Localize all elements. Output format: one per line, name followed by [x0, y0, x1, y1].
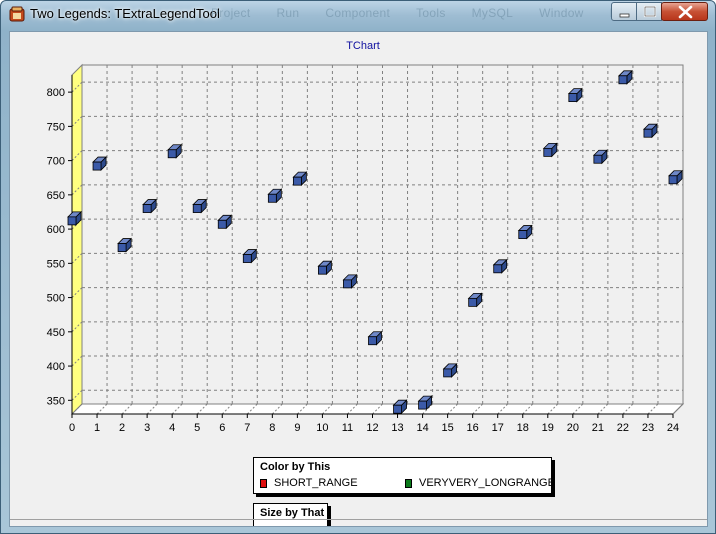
x-tick-label: 22 — [617, 422, 629, 434]
chart-canvas[interactable]: TChart3504004505005506006507007508000 1 2 3… — [10, 32, 708, 527]
y-tick-label: 800 — [47, 87, 65, 99]
x-tick-label: 11 — [342, 422, 353, 434]
chart-panel: TChart 350 400 450 500 550 600 650 700 750 800 0 1 2 3… — [9, 31, 708, 527]
minimize-icon — [619, 13, 630, 18]
y-tick-label: 450 — [47, 327, 65, 339]
close-icon — [678, 5, 693, 19]
background-menu-item: Window — [539, 6, 584, 20]
x-tick-label: 10 — [316, 422, 328, 434]
x-tick-label: 15 — [442, 422, 454, 434]
x-tick-label: 18 — [517, 422, 529, 434]
x-tick-label: 5 — [194, 422, 200, 434]
size-legend[interactable]: Size by That — [253, 503, 328, 526]
background-menu-item: MySQL — [471, 6, 514, 20]
x-tick-label: 1 — [94, 422, 100, 434]
background-menu-item: Run — [276, 6, 300, 20]
y-tick-label: 550 — [47, 258, 65, 270]
app-icon — [9, 6, 25, 22]
background-menu-bar: ProjectRunComponentToolsMySQLWindowHelp — [211, 6, 662, 20]
color-legend[interactable]: Color by This SHORT_RANGE VERYVERY_LONGR… — [253, 457, 555, 494]
x-tick-label: 20 — [567, 422, 579, 434]
app-window: Two Legends: TExtraLegendTool Project Run… — [0, 0, 716, 534]
background-menu-item: Component — [325, 6, 391, 20]
minimize-button[interactable] — [611, 2, 637, 21]
x-tick-label: 19 — [542, 422, 554, 434]
legend-swatch-short-range — [260, 479, 267, 488]
window-title: Two Legends: TExtraLegendTool — [30, 6, 220, 21]
size-legend-title: Size by That — [260, 507, 325, 519]
x-tick-label: 24 — [667, 422, 679, 434]
legend-swatch-long-range — [405, 479, 412, 488]
legend-label-short-range: SHORT_RANGE — [274, 477, 358, 489]
x-tick-label: 14 — [416, 422, 428, 434]
background-menu-item: Tools — [416, 6, 446, 20]
x-tick-label: 17 — [492, 422, 504, 434]
close-button[interactable] — [661, 2, 708, 21]
y-tick-label: 600 — [47, 224, 65, 236]
color-legend-title: Color by This — [260, 461, 331, 473]
x-tick-label: 23 — [642, 422, 654, 434]
x-tick-label: 7 — [244, 422, 250, 434]
legend-label-long-range: VERYVERY_LONGRANGE — [419, 477, 555, 489]
y-tick-label: 500 — [47, 293, 65, 305]
x-tick-label: 8 — [269, 422, 275, 434]
chart-title: TChart — [346, 40, 380, 52]
y-tick-label: 750 — [47, 121, 65, 133]
y-tick-label: 350 — [47, 395, 65, 407]
y-tick-label: 700 — [47, 156, 65, 168]
x-tick-label: 6 — [219, 422, 225, 434]
floor — [70, 403, 685, 415]
x-tick-label: 9 — [294, 422, 300, 434]
title-bar[interactable]: Two Legends: TExtraLegendTool Project Run… — [1, 1, 715, 27]
x-tick-label: 16 — [467, 422, 479, 434]
y-tick-label: 400 — [47, 361, 65, 373]
x-tick-label: 3 — [144, 422, 150, 434]
x-tick-label: 21 — [592, 422, 604, 434]
panel-divider — [10, 519, 707, 520]
x-tick-label: 12 — [366, 422, 378, 434]
x-tick-label: 0 — [69, 422, 75, 434]
x-tick-label: 13 — [391, 422, 403, 434]
x-tick-label: 2 — [119, 422, 125, 434]
y-tick-label: 650 — [47, 190, 65, 202]
maximize-button[interactable] — [636, 2, 662, 21]
background-menu-item: Project — [211, 6, 251, 20]
x-tick-label: 4 — [169, 422, 175, 434]
maximize-icon — [643, 5, 657, 18]
